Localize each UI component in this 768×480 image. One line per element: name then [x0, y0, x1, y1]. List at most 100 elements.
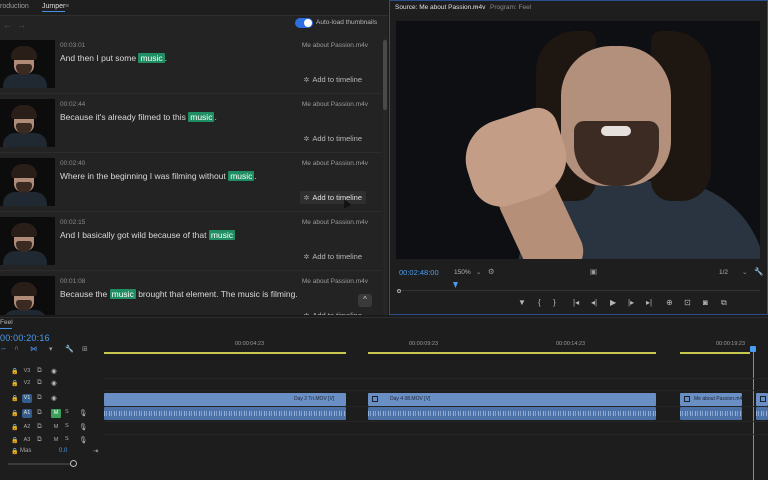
- insert-icon[interactable]: ⊕: [666, 298, 673, 307]
- work-area-bar[interactable]: [104, 352, 346, 354]
- track-target-toggle[interactable]: V2: [22, 379, 32, 388]
- scroll-up-button[interactable]: ^: [358, 294, 372, 307]
- sequence-tab[interactable]: Feel: [0, 319, 13, 329]
- video-clip[interactable]: [756, 393, 768, 406]
- back-arrow-icon[interactable]: ←: [3, 20, 12, 30]
- track-visibility-eye-icon[interactable]: ◉: [51, 367, 57, 375]
- track-lock-icon[interactable]: 🔒: [11, 424, 18, 431]
- compare-icon[interactable]: ⧉: [721, 298, 727, 308]
- step-back-icon[interactable]: ◂|: [591, 298, 597, 307]
- forward-arrow-icon[interactable]: →: [17, 20, 26, 30]
- timeline-zoom-scrollbar[interactable]: [8, 463, 72, 465]
- track-lock-icon[interactable]: 🔒: [11, 395, 18, 402]
- add-to-timeline-button[interactable]: ✲Add to timeline: [300, 250, 367, 263]
- result-row[interactable]: 00:02:40 Me about Passion.m4v Where in the…: [0, 154, 382, 212]
- track-visibility-eye-icon[interactable]: ◉: [51, 379, 57, 387]
- track-target-toggle[interactable]: V1: [22, 394, 32, 403]
- track-target-toggle[interactable]: A3: [22, 436, 32, 445]
- track-target-toggle[interactable]: A1: [22, 409, 32, 418]
- go-to-out-icon[interactable]: ▸|: [646, 298, 652, 307]
- track-mute-button[interactable]: M: [51, 423, 61, 432]
- overwrite-icon[interactable]: ⊡: [684, 298, 691, 307]
- timeline-settings-icon[interactable]: 🔧: [65, 345, 74, 353]
- add-marker-tool-icon[interactable]: ▾: [49, 345, 53, 353]
- voiceover-mic-icon[interactable]: 🎙: [79, 436, 87, 444]
- add-to-timeline-button[interactable]: ✲Add to timeline: [300, 309, 367, 315]
- tab-source[interactable]: Source: Me about Passion.m4v: [395, 4, 485, 11]
- track-target-toggle[interactable]: V3: [22, 367, 32, 376]
- track-lock-icon[interactable]: 🔒: [11, 437, 18, 444]
- auto-load-toggle[interactable]: [295, 18, 313, 28]
- sync-lock-icon[interactable]: ⧉: [37, 436, 42, 444]
- result-thumbnail[interactable]: [0, 276, 55, 315]
- timeline-ruler[interactable]: 00:00:04:23 00:00:09:23 00:00:14:23 00:00:1…: [104, 336, 768, 356]
- timeline-timecode[interactable]: 00:00:20:16: [0, 333, 50, 343]
- voiceover-mic-icon[interactable]: 🎙: [79, 423, 87, 431]
- add-to-timeline-button[interactable]: ✲Add to timeline: [299, 191, 366, 204]
- master-end-icon[interactable]: ⇥: [93, 447, 98, 455]
- captions-icon[interactable]: ⊞: [82, 345, 88, 353]
- linked-selection-icon[interactable]: ⋈: [30, 345, 37, 353]
- sync-lock-icon[interactable]: ⧉: [37, 423, 42, 431]
- go-to-in-icon[interactable]: |◂: [573, 298, 579, 307]
- resolution-chevron-down-icon[interactable]: ⌄: [742, 268, 747, 276]
- video-clip[interactable]: Me about Passion.m4v: [680, 393, 745, 406]
- monitor-settings-wrench-icon[interactable]: ⚙: [488, 267, 495, 276]
- track-lock-icon[interactable]: 🔒: [11, 368, 18, 375]
- result-row[interactable]: 00:02:44 Me about Passion.m4v Because it's…: [0, 95, 382, 153]
- work-area-bar[interactable]: [368, 352, 656, 354]
- video-clip[interactable]: Day 2 Tri.MOV [V]: [104, 393, 346, 406]
- track-visibility-eye-icon[interactable]: ◉: [51, 394, 57, 402]
- master-volume-value[interactable]: 0.0: [59, 448, 67, 454]
- zoom-level-select[interactable]: 150%: [454, 269, 471, 276]
- add-to-timeline-button[interactable]: ✲Add to timeline: [300, 132, 367, 145]
- result-thumbnail[interactable]: [0, 40, 55, 88]
- track-target-toggle[interactable]: A2: [22, 423, 32, 432]
- result-row[interactable]: 00:03:01 Me about Passion.m4v And then I p…: [0, 36, 382, 94]
- tab-jumper[interactable]: Jumper: [42, 3, 66, 12]
- play-icon[interactable]: ▶: [610, 298, 616, 307]
- export-frame-icon[interactable]: ◙: [703, 298, 708, 307]
- result-row[interactable]: 00:01:08 Me about Passion.m4v Because the …: [0, 272, 382, 315]
- monitor-settings-icon[interactable]: 🔧: [754, 267, 763, 276]
- voiceover-mic-icon[interactable]: 🎙: [79, 409, 87, 417]
- zoom-chevron-down-icon[interactable]: ⌄: [476, 268, 481, 276]
- resolution-select[interactable]: 1/2: [719, 269, 728, 276]
- audio-clip[interactable]: [104, 407, 346, 420]
- track-solo-button[interactable]: S: [65, 423, 69, 429]
- step-forward-icon[interactable]: |▸: [628, 298, 634, 307]
- ripple-tool-icon[interactable]: ↔: [0, 345, 7, 352]
- monitor-timecode[interactable]: 00:02:48:00: [399, 268, 439, 277]
- result-thumbnail[interactable]: [0, 99, 55, 147]
- result-thumbnail[interactable]: [0, 217, 55, 265]
- master-lock-icon[interactable]: 🔒: [11, 448, 18, 455]
- safe-margins-icon[interactable]: ▣: [590, 267, 597, 276]
- audio-clip[interactable]: [368, 407, 656, 420]
- timeline-zoom-knob[interactable]: [70, 460, 77, 467]
- mark-in-icon[interactable]: {: [538, 298, 541, 307]
- track-solo-button[interactable]: S: [65, 409, 69, 415]
- video-clip[interactable]: Day 4 08.MOV [V]: [368, 393, 656, 406]
- monitor-time-ruler[interactable]: [396, 283, 760, 291]
- sync-lock-icon[interactable]: ⧉: [37, 367, 42, 375]
- results-scroll-thumb[interactable]: [383, 40, 387, 110]
- sync-lock-icon[interactable]: ⧉: [37, 379, 42, 387]
- ruler-start-handle[interactable]: [397, 289, 401, 293]
- sync-lock-icon[interactable]: ⧉: [37, 409, 42, 417]
- mark-out-icon[interactable]: }: [553, 298, 556, 307]
- tab-program[interactable]: Program: Feel: [490, 4, 531, 11]
- track-mute-button[interactable]: M: [51, 436, 61, 445]
- add-marker-icon[interactable]: ▼: [518, 298, 526, 307]
- monitor-tab-menu-icon[interactable]: ≡: [474, 4, 478, 11]
- track-lock-icon[interactable]: 🔒: [11, 380, 18, 387]
- tab-production[interactable]: roduction: [0, 3, 29, 10]
- sync-lock-icon[interactable]: ⧉: [37, 394, 42, 402]
- add-to-timeline-button[interactable]: ✲Add to timeline: [300, 73, 367, 86]
- work-area-bar[interactable]: [680, 352, 750, 354]
- audio-clip[interactable]: [756, 407, 768, 420]
- audio-clip[interactable]: [680, 407, 742, 420]
- result-row[interactable]: 00:02:15 Me about Passion.m4v And I basica…: [0, 213, 382, 271]
- tab-menu-icon[interactable]: ≡: [65, 3, 69, 10]
- result-thumbnail[interactable]: [0, 158, 55, 206]
- snap-magnet-icon[interactable]: ∩: [14, 345, 19, 352]
